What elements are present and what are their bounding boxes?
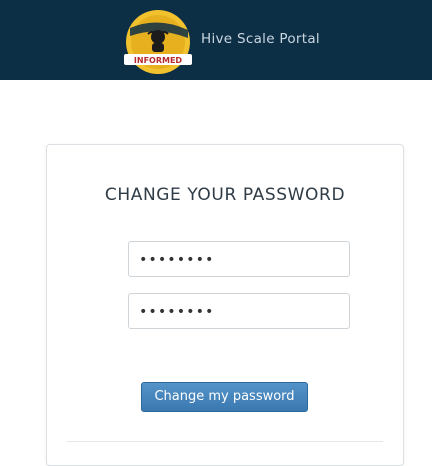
app-title: Hive Scale Portal	[201, 31, 320, 47]
hive-logo-icon: INFORMED	[124, 10, 192, 74]
confirm-password-field[interactable]: ••••••••	[128, 293, 350, 329]
new-password-value: ••••••••	[139, 252, 215, 268]
confirm-password-value: ••••••••	[139, 304, 215, 320]
page-title: CHANGE YOUR PASSWORD	[104, 185, 346, 205]
top-header: INFORMED Hive Scale Portal	[0, 0, 432, 80]
new-password-field[interactable]: ••••••••	[128, 241, 350, 277]
change-password-button[interactable]: Change my password	[141, 382, 308, 412]
logo-text: INFORMED	[134, 56, 183, 65]
change-password-card: CHANGE YOUR PASSWORD •••••••• •••••••• C…	[46, 144, 404, 466]
divider	[67, 441, 383, 442]
